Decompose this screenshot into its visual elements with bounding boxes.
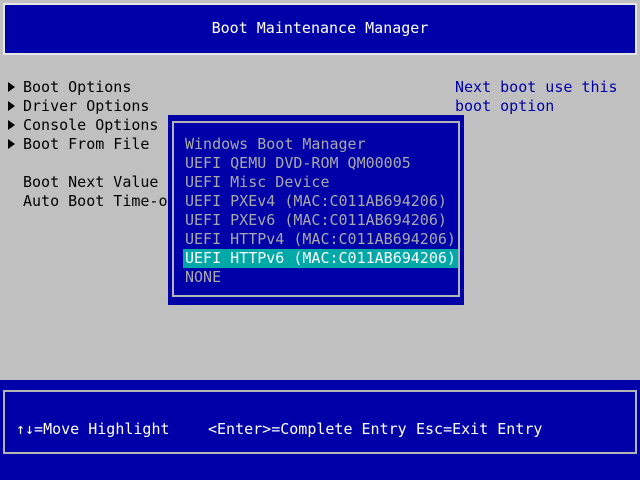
header: Boot Maintenance Manager (0, 0, 640, 58)
submenu-arrow-icon (8, 139, 15, 149)
popup-option-pxev4[interactable]: UEFI PXEv4 (MAC:C011AB694206) (183, 192, 449, 211)
help-line: Next boot use this (455, 78, 618, 96)
popup-option-misc-device[interactable]: UEFI Misc Device (183, 173, 332, 192)
menu-item-boot-options[interactable]: Boot Options (8, 78, 131, 97)
page-title: Boot Maintenance Manager (211, 19, 429, 37)
boot-next-value-field[interactable]: Boot Next Value (23, 173, 158, 192)
complete-entry-hint: <Enter>=Complete Entry (208, 420, 407, 438)
menu-item-label: Boot From File (23, 135, 150, 153)
menu-item-driver-options[interactable]: Driver Options (8, 97, 149, 116)
popup-option-pxev6[interactable]: UEFI PXEv6 (MAC:C011AB694206) (183, 211, 449, 230)
help-text: Next boot use this boot option (455, 78, 635, 116)
bios-screen: Boot Maintenance Manager Boot Options Dr… (0, 0, 640, 480)
header-banner: Boot Maintenance Manager (3, 3, 637, 55)
submenu-arrow-icon (8, 120, 15, 130)
help-line: boot option (455, 97, 555, 115)
menu-item-label: Driver Options (23, 97, 150, 115)
move-highlight-hint: ↑↓=Move Highlight (16, 420, 170, 438)
submenu-arrow-icon (8, 82, 15, 92)
submenu-arrow-icon (8, 101, 15, 111)
menu-item-label: Boot Options (23, 78, 132, 96)
popup-option-qemu-dvd-rom[interactable]: UEFI QEMU DVD-ROM QM00005 (183, 154, 413, 173)
popup-option-windows-boot-manager[interactable]: Windows Boot Manager (183, 135, 368, 154)
popup-option-none[interactable]: NONE (183, 268, 223, 287)
menu-item-label: Console Options (23, 116, 159, 134)
menu-item-boot-from-file[interactable]: Boot From File (8, 135, 149, 154)
popup-option-httpv6-selected[interactable]: UEFI HTTPv6 (MAC:C011AB694206) (183, 249, 458, 268)
auto-boot-timeout-field[interactable]: Auto Boot Time-out (23, 192, 186, 211)
menu-item-console-options[interactable]: Console Options (8, 116, 158, 135)
exit-entry-hint: Esc=Exit Entry (416, 420, 543, 438)
popup-option-httpv4[interactable]: UEFI HTTPv4 (MAC:C011AB694206) (183, 230, 458, 249)
